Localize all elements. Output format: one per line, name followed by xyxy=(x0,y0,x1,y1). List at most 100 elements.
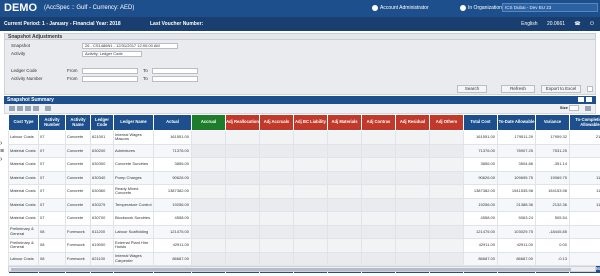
table-row[interactable]: Labour Costs 08 Formwork 621100 Internal Wag… xyxy=(8,251,600,266)
adjustment-input[interactable] xyxy=(361,224,396,239)
adjustment-input[interactable] xyxy=(225,197,260,212)
adjustment-input[interactable] xyxy=(259,211,294,226)
adjustment-input[interactable] xyxy=(259,170,294,185)
column-header[interactable]: To-Completion Allowable xyxy=(569,114,600,131)
adjustment-input[interactable] xyxy=(225,251,260,266)
adjustment-input[interactable] xyxy=(361,238,396,253)
adjustment-input[interactable] xyxy=(429,184,464,199)
table-row[interactable]: Material Costs 07 Concrete 630300 Concrete S… xyxy=(8,157,600,172)
column-header[interactable]: Actual xyxy=(153,114,192,131)
adjustment-input[interactable] xyxy=(429,251,464,266)
filter-icon[interactable] xyxy=(45,106,51,111)
ledger-from-input[interactable] xyxy=(82,68,138,74)
column-header[interactable]: Variance xyxy=(535,114,570,131)
adjustment-input[interactable] xyxy=(429,157,464,172)
adjustment-input[interactable] xyxy=(327,197,362,212)
table-row[interactable]: Material Costs 07 Concrete 630360 Ready Mixe… xyxy=(8,184,600,199)
table-row[interactable]: Material Costs 07 Concrete 630375 Temperatur… xyxy=(8,197,600,212)
table-row[interactable]: Material Costs 07 Concrete 630340 Pump Charg… xyxy=(8,170,600,185)
table-row[interactable]: Material Costs 07 Concrete 630700 Blockwork … xyxy=(8,211,600,226)
adjustment-input[interactable] xyxy=(225,238,260,253)
adjustment-input[interactable] xyxy=(293,197,328,212)
column-header[interactable]: Adj Reallocation xyxy=(225,114,260,131)
adjustment-input[interactable] xyxy=(191,143,226,158)
adjustment-input[interactable] xyxy=(429,130,464,145)
column-header[interactable]: Total Cost xyxy=(463,114,498,131)
adjustment-input[interactable] xyxy=(225,157,260,172)
menu-icon[interactable]: ≡ xyxy=(0,148,6,156)
table-row[interactable]: Labour Costs 07 Concrete 621001 Internal Wag… xyxy=(8,130,600,145)
prev-page-icon[interactable] xyxy=(17,106,23,111)
snapshot-select[interactable]: 26 - CS1486N1 - 12/31/2017 12:00:00 AM xyxy=(82,43,178,49)
adjustment-input[interactable] xyxy=(361,197,396,212)
export-excel-button[interactable]: Export to Excel xyxy=(541,85,581,93)
table-row[interactable]: Preliminary & General 08 Formwork 611200 Lab… xyxy=(8,224,600,239)
adjustment-input[interactable] xyxy=(225,224,260,239)
adjustment-input[interactable] xyxy=(259,238,294,253)
adjustment-input[interactable] xyxy=(327,211,362,226)
adjustment-input[interactable] xyxy=(327,157,362,172)
adjustment-input[interactable] xyxy=(429,197,464,212)
adjustment-input[interactable] xyxy=(361,184,396,199)
adjustment-input[interactable] xyxy=(395,170,430,185)
column-header[interactable]: Activity Name xyxy=(65,114,91,131)
adjustment-input[interactable] xyxy=(191,157,226,172)
page-size[interactable]: Size xyxy=(560,105,579,111)
adjustment-input[interactable] xyxy=(395,224,430,239)
first-page-icon[interactable] xyxy=(9,106,15,111)
horizontal-scrollbar[interactable] xyxy=(8,266,596,272)
adjustment-input[interactable] xyxy=(293,170,328,185)
adjustment-input[interactable] xyxy=(395,143,430,158)
table-row[interactable]: Material Costs 07 Concrete 630200 Admixtures… xyxy=(8,143,600,158)
ledger-to-input[interactable] xyxy=(152,68,198,74)
adjustment-input[interactable] xyxy=(259,184,294,199)
scrollbar-thumb[interactable] xyxy=(11,268,571,271)
adjustment-input[interactable] xyxy=(293,130,328,145)
adjustment-input[interactable] xyxy=(395,157,430,172)
adjustment-input[interactable] xyxy=(191,238,226,253)
adjustment-input[interactable] xyxy=(191,184,226,199)
adjustment-input[interactable] xyxy=(327,238,362,253)
adjustment-input[interactable] xyxy=(395,238,430,253)
adjustment-input[interactable] xyxy=(259,130,294,145)
adjustment-input[interactable] xyxy=(429,211,464,226)
org-select[interactable]: ICS Dubai - Dev BU 23 xyxy=(502,3,598,12)
adjustment-input[interactable] xyxy=(361,211,396,226)
adjustment-input[interactable] xyxy=(327,184,362,199)
adjustment-input[interactable] xyxy=(327,130,362,145)
adjustment-input[interactable] xyxy=(293,211,328,226)
adjustment-input[interactable] xyxy=(225,143,260,158)
adjustment-input[interactable] xyxy=(259,197,294,212)
adjustment-input[interactable] xyxy=(225,130,260,145)
column-header[interactable]: Activity Number xyxy=(38,114,66,131)
table-row[interactable]: Preliminary & General 08 Formwork 619000 Ext… xyxy=(8,238,600,253)
adjustment-input[interactable] xyxy=(327,251,362,266)
adjustment-input[interactable] xyxy=(293,224,328,239)
adjustment-input[interactable] xyxy=(225,170,260,185)
user-menu[interactable]: Account Administrator xyxy=(372,4,429,12)
adjustment-input[interactable] xyxy=(361,251,396,266)
language-select[interactable]: English xyxy=(521,21,537,27)
adjustment-input[interactable] xyxy=(293,157,328,172)
adjustment-input[interactable] xyxy=(327,170,362,185)
column-header[interactable]: Ledger Name xyxy=(113,114,154,131)
adjustment-input[interactable] xyxy=(429,238,464,253)
power-icon[interactable]: ⏻ xyxy=(590,21,594,27)
adjustment-input[interactable] xyxy=(293,143,328,158)
adjustment-input[interactable] xyxy=(327,143,362,158)
column-header[interactable]: Adj Residual xyxy=(395,114,430,131)
activity-select[interactable]: Activity, Ledger Code xyxy=(82,51,142,57)
activity-from-input[interactable] xyxy=(82,76,138,82)
adjustment-input[interactable] xyxy=(293,184,328,199)
adjustment-input[interactable] xyxy=(429,170,464,185)
adjustment-input[interactable] xyxy=(361,143,396,158)
adjustment-input[interactable] xyxy=(225,211,260,226)
activity-to-input[interactable] xyxy=(152,76,198,82)
adjustment-input[interactable] xyxy=(395,130,430,145)
adjustment-input[interactable] xyxy=(259,224,294,239)
column-header[interactable]: Adj Accruals xyxy=(259,114,294,131)
next-page-icon[interactable] xyxy=(25,106,31,111)
adjustment-input[interactable] xyxy=(429,224,464,239)
adjustment-input[interactable] xyxy=(191,130,226,145)
search-button[interactable]: Search xyxy=(457,85,487,93)
